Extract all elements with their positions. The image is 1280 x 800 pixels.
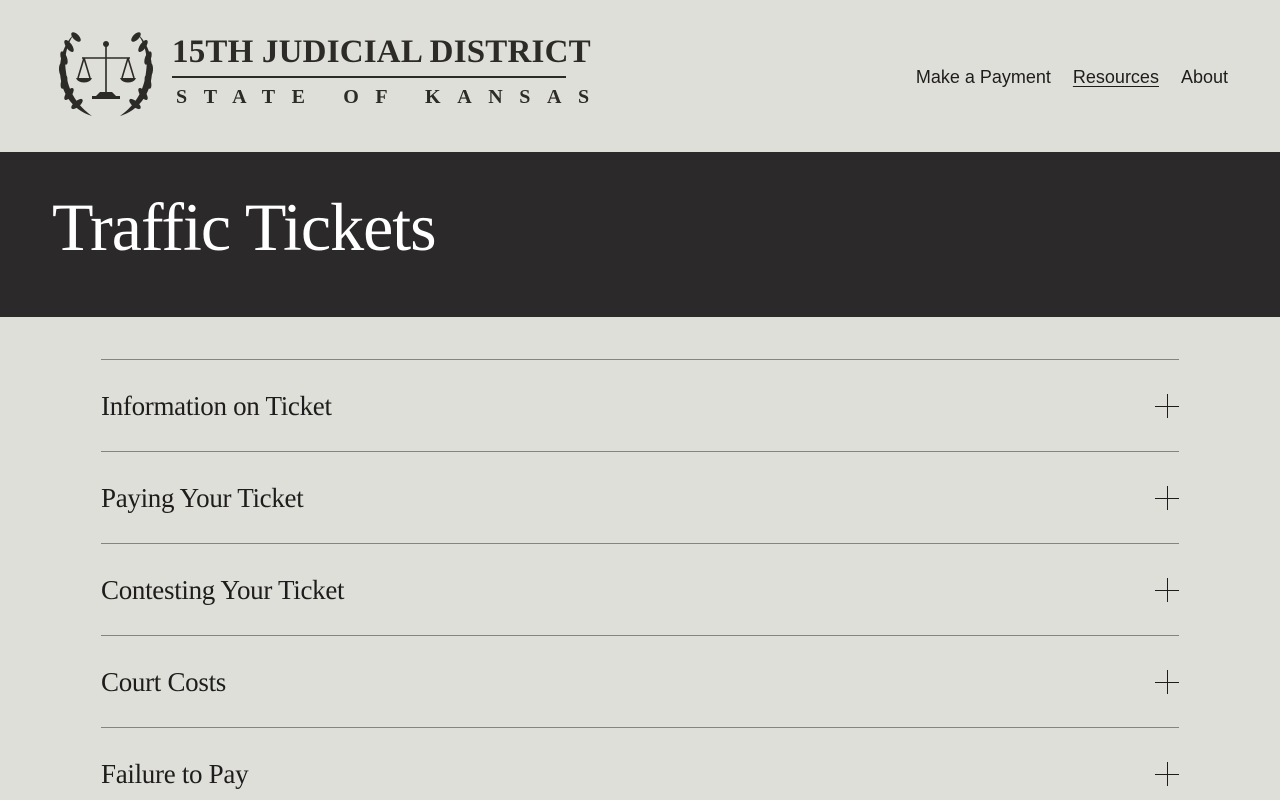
accordion-item-failure-to-pay[interactable]: Failure to Pay — [101, 728, 1179, 800]
plus-icon[interactable] — [1155, 394, 1179, 418]
nav-make-a-payment[interactable]: Make a Payment — [916, 65, 1051, 89]
plus-icon[interactable] — [1155, 762, 1179, 786]
nav-resources[interactable]: Resources — [1073, 65, 1159, 89]
accordion-item-label: Paying Your Ticket — [101, 483, 304, 513]
main-nav: Make a Payment Resources About — [916, 65, 1228, 89]
accordion-item-court-costs[interactable]: Court Costs — [101, 636, 1179, 728]
plus-icon[interactable] — [1155, 670, 1179, 694]
site-logo[interactable]: 15TH JUDICIAL DISTRICT STATE OF KANSAS — [52, 12, 591, 140]
nav-about[interactable]: About — [1181, 65, 1228, 89]
logo-divider — [172, 76, 566, 78]
page-hero: Traffic Tickets — [0, 152, 1280, 317]
plus-icon[interactable] — [1155, 578, 1179, 602]
accordion: Information on Ticket Paying Your Ticket… — [101, 359, 1179, 800]
scales-of-justice-laurel-icon — [58, 32, 154, 116]
accordion-item-label: Failure to Pay — [101, 759, 249, 789]
accordion-item-contesting-your-ticket[interactable]: Contesting Your Ticket — [101, 544, 1179, 636]
accordion-item-label: Court Costs — [101, 667, 226, 697]
accordion-item-paying-your-ticket[interactable]: Paying Your Ticket — [101, 452, 1179, 544]
logo-subtitle: STATE OF KANSAS — [176, 86, 606, 108]
accordion-item-information-on-ticket[interactable]: Information on Ticket — [101, 360, 1179, 452]
page-title: Traffic Tickets — [52, 189, 437, 265]
logo-title: 15TH JUDICIAL DISTRICT — [172, 34, 591, 70]
site-header: 15TH JUDICIAL DISTRICT STATE OF KANSAS M… — [0, 0, 1280, 152]
accordion-item-label: Information on Ticket — [101, 391, 332, 421]
accordion-item-label: Contesting Your Ticket — [101, 575, 345, 605]
plus-icon[interactable] — [1155, 486, 1179, 510]
